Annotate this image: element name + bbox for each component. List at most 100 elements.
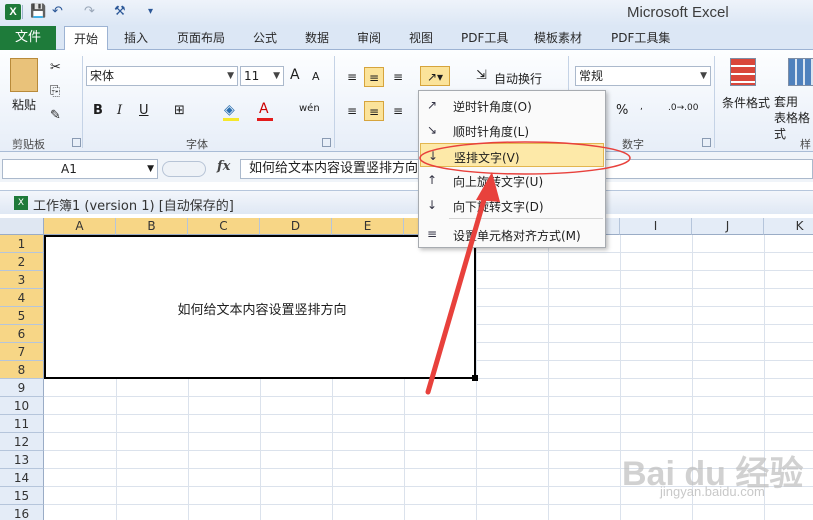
tab-pdf-tools[interactable]: PDF工具 [461,26,508,50]
font-color-icon[interactable]: A [259,101,269,117]
menu-item-rotate-down[interactable]: ↓ 向下旋转文字(D) [420,193,604,217]
row-header[interactable]: 12 [0,433,44,451]
font-name-combo[interactable]: 宋体 ▼ [86,66,238,86]
menu-item-clockwise[interactable]: ↘ 顺时针角度(L) [420,118,604,142]
format-as-table-icon[interactable] [788,58,813,86]
title-bar: X 💾 ↶ ↷ ⚒ ▾ Microsoft Excel [0,0,813,26]
format-painter-icon[interactable]: ✎ [50,108,61,123]
excel-app-icon[interactable]: X [5,4,21,20]
row-header[interactable]: 15 [0,487,44,505]
paste-icon[interactable] [10,58,38,92]
column-header[interactable]: K [764,218,813,235]
orientation-button[interactable]: ↗▾ [420,66,450,86]
font-launcher-icon[interactable] [322,138,331,147]
name-box-value: A1 [61,162,77,176]
formula-bar: A1 ▼ fx 如何给文本内容设置竖排方向 [0,152,813,182]
tab-home[interactable]: 开始 [64,26,109,51]
cut-icon[interactable]: ✂ [50,60,61,75]
italic-button[interactable]: I [117,103,122,118]
row-header[interactable]: 5 [0,307,44,325]
row-header[interactable]: 10 [0,397,44,415]
menu-item-format-alignment[interactable]: ≡ 设置单元格对齐方式(M) [420,222,604,246]
row-header[interactable]: 14 [0,469,44,487]
column-header[interactable]: C [188,218,260,235]
conditional-formatting-button[interactable]: 条件格式 [722,94,770,111]
row-header[interactable]: 2 [0,253,44,271]
insert-function-icon[interactable]: fx [217,159,230,174]
wrap-text-icon[interactable]: ⇲ [476,68,487,83]
align-center-button[interactable]: ≡ [364,101,384,121]
column-header[interactable]: E [332,218,404,235]
font-size-combo[interactable]: 11 ▼ [240,66,284,86]
bold-button[interactable]: B [93,103,103,118]
number-launcher-icon[interactable] [702,138,711,147]
rotate-up-icon: ↑ [426,173,438,187]
formula-bar-splitter[interactable] [162,161,206,177]
tab-file[interactable]: 文件 [0,26,56,50]
row-header[interactable]: 9 [0,379,44,397]
row-header[interactable]: 6 [0,325,44,343]
merged-cell-a1[interactable]: 如何给文本内容设置竖排方向 [44,235,476,379]
font-size-value: 11 [244,69,260,83]
column-header[interactable]: D [260,218,332,235]
tab-pdf-toolset[interactable]: PDF工具集 [611,26,670,50]
row-header[interactable]: 3 [0,271,44,289]
align-middle-button[interactable]: ≡ [364,67,384,87]
menu-item-counterclockwise[interactable]: ↗ 逆时针角度(O) [420,93,604,117]
grow-font-icon[interactable]: A [290,67,300,83]
copy-icon[interactable]: ⎘ [50,84,60,99]
conditional-formatting-icon[interactable] [730,58,756,86]
align-right-button[interactable]: ≡ [388,101,408,121]
row-header[interactable]: 16 [0,505,44,520]
redo-icon[interactable]: ↷ [84,3,95,21]
customize-qat-icon[interactable]: ▾ [148,3,153,21]
row-header[interactable]: 8 [0,361,44,379]
tab-insert[interactable]: 插入 [124,26,148,50]
column-header[interactable]: I [620,218,692,235]
excel-window: X 💾 ↶ ↷ ⚒ ▾ Microsoft Excel 文件 开始 插入 页面布… [0,0,813,520]
shrink-font-icon[interactable]: A [312,70,320,83]
tab-page-layout[interactable]: 页面布局 [177,26,225,50]
row-header[interactable]: 7 [0,343,44,361]
fill-handle[interactable] [472,375,478,381]
wrap-text-button[interactable]: 自动换行 [494,70,542,87]
menu-item-rotate-up[interactable]: ↑ 向上旋转文字(U) [420,168,604,192]
align-left-button[interactable]: ≡ [342,101,362,121]
tab-template[interactable]: 模板素材 [534,26,582,50]
fill-color-icon[interactable]: ◈ [224,102,235,118]
tab-view[interactable]: 视图 [409,26,433,50]
clipboard-launcher-icon[interactable] [72,138,81,147]
row-header[interactable]: 4 [0,289,44,307]
workbook-title-bar: X 工作簿1 (version 1) [自动保存的] [0,190,813,214]
name-box[interactable]: A1 ▼ [2,159,158,179]
tab-review[interactable]: 审阅 [357,26,381,50]
tab-formulas[interactable]: 公式 [253,26,277,50]
save-icon[interactable]: 💾 [30,3,46,21]
tab-data[interactable]: 数据 [305,26,329,50]
increase-decimal-icon[interactable]: .0→.00 [668,103,698,113]
column-header[interactable]: A [44,218,116,235]
borders-icon[interactable]: ⊞ [174,103,185,118]
comma-style-icon[interactable]: , [640,102,643,112]
undo-icon[interactable]: ↶ [52,3,63,21]
align-top-button[interactable]: ≡ [342,67,362,87]
phonetic-button[interactable]: wén [299,103,320,114]
percent-style-button[interactable]: % [616,103,628,118]
number-format-combo[interactable]: 常规 ▼ [575,66,711,86]
format-as-table-button[interactable]: 套用 表格格式 [774,94,813,142]
align-bottom-button[interactable]: ≡ [388,67,408,87]
ribbon: 粘贴 ✂ ⎘ ✎ 剪贴板 宋体 ▼ 11 ▼ A A B I U ⊞ ◈ A w… [0,50,813,167]
paste-button[interactable]: 粘贴 [12,96,36,113]
workbook-icon[interactable]: X [14,196,28,210]
column-header[interactable]: J [692,218,764,235]
grid-line [44,414,813,415]
row-header[interactable]: 1 [0,235,44,253]
select-all-corner[interactable] [0,218,44,235]
menu-item-vertical-text[interactable]: ↓ 竖排文字(V) [420,143,604,167]
row-header[interactable]: 13 [0,451,44,469]
column-header[interactable]: B [116,218,188,235]
font-color-swatch [257,118,273,121]
underline-button[interactable]: U [139,103,149,118]
custom-tool-icon[interactable]: ⚒ [114,3,126,21]
row-header[interactable]: 11 [0,415,44,433]
